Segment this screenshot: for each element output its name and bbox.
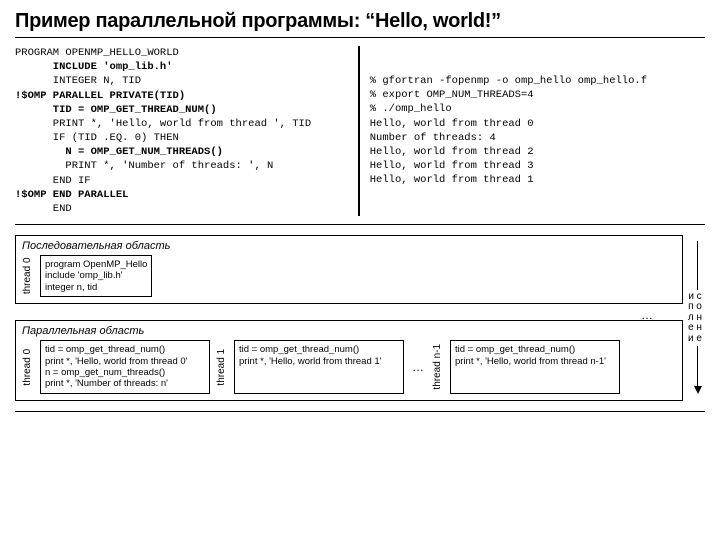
thread-label: thread 0 [22, 255, 34, 297]
code-line: END [15, 203, 72, 215]
divider-bottom [15, 411, 705, 412]
thread-box: tid = omp_get_thread_num() print *, 'Hel… [234, 340, 404, 394]
source-code: PROGRAM OPENMP_HELLO_WORLD INCLUDE 'omp_… [15, 46, 358, 216]
term-line: Number of threads: 4 [370, 132, 496, 144]
terminal-output: % gfortran -fopenmp -o omp_hello omp_hel… [370, 46, 705, 216]
page-title: Пример параллельной программы: “Hello, w… [15, 10, 705, 33]
ellipsis: … [410, 360, 426, 374]
term-line: Hello, world from thread 0 [370, 118, 534, 130]
term-line: % gfortran -fopenmp -o omp_hello omp_hel… [370, 75, 647, 87]
sequential-threads: thread 0 program OpenMP_Hello include 'o… [22, 255, 676, 297]
term-line: Hello, world from thread 1 [370, 174, 534, 186]
divider-top [15, 37, 705, 38]
code-line: INCLUDE 'omp_lib.h' [15, 61, 173, 73]
top-panels: PROGRAM OPENMP_HELLO_WORLD INCLUDE 'omp_… [15, 46, 705, 216]
code-line: END IF [15, 175, 91, 187]
sequential-region: Последовательная область thread 0 progra… [15, 235, 683, 304]
execution-diagram: и с п о л н е н и е Последовательная обл… [15, 235, 705, 401]
thread-box: tid = omp_get_thread_num() print *, 'Hel… [40, 340, 210, 394]
code-line: TID = OMP_GET_THREAD_NUM() [15, 104, 217, 116]
parallel-region-title: Параллельная область [22, 325, 676, 337]
term-line: % export OMP_NUM_THREADS=4 [370, 89, 534, 101]
execution-label: и с п о л н е н и е [685, 290, 705, 347]
sequential-region-title: Последовательная область [22, 240, 676, 252]
thread-label: thread 1 [216, 340, 228, 394]
code-line: IF (TID .EQ. 0) THEN [15, 132, 179, 144]
parallel-region: Параллельная область thread 0 tid = omp_… [15, 320, 683, 401]
arrow-head-icon [694, 386, 702, 394]
term-line: Hello, world from thread 3 [370, 160, 534, 172]
code-line: INTEGER N, TID [15, 75, 141, 87]
parallel-threads: thread 0 tid = omp_get_thread_num() prin… [22, 340, 676, 394]
thread-label: thread n-1 [432, 340, 444, 394]
code-line: PRINT *, 'Hello, world from thread ', TI… [15, 118, 311, 130]
term-line: % ./omp_hello [370, 103, 452, 115]
code-line: PROGRAM OPENMP_HELLO_WORLD [15, 47, 179, 59]
code-line: !$OMP END PARALLEL [15, 189, 128, 201]
term-line: Hello, world from thread 2 [370, 146, 534, 158]
vertical-divider [358, 46, 360, 216]
execution-arrow: и с п о л н е н и е [683, 235, 705, 401]
code-line: N = OMP_GET_NUM_THREADS() [15, 146, 223, 158]
code-line: PRINT *, 'Number of threads: ', N [15, 160, 273, 172]
code-line: !$OMP PARALLEL PRIVATE(TID) [15, 90, 185, 102]
thread-label: thread 0 [22, 340, 34, 394]
divider-mid [15, 224, 705, 225]
thread-box: tid = omp_get_thread_num() print *, 'Hel… [450, 340, 620, 394]
thread-box: program OpenMP_Hello include 'omp_lib.h'… [40, 255, 152, 297]
